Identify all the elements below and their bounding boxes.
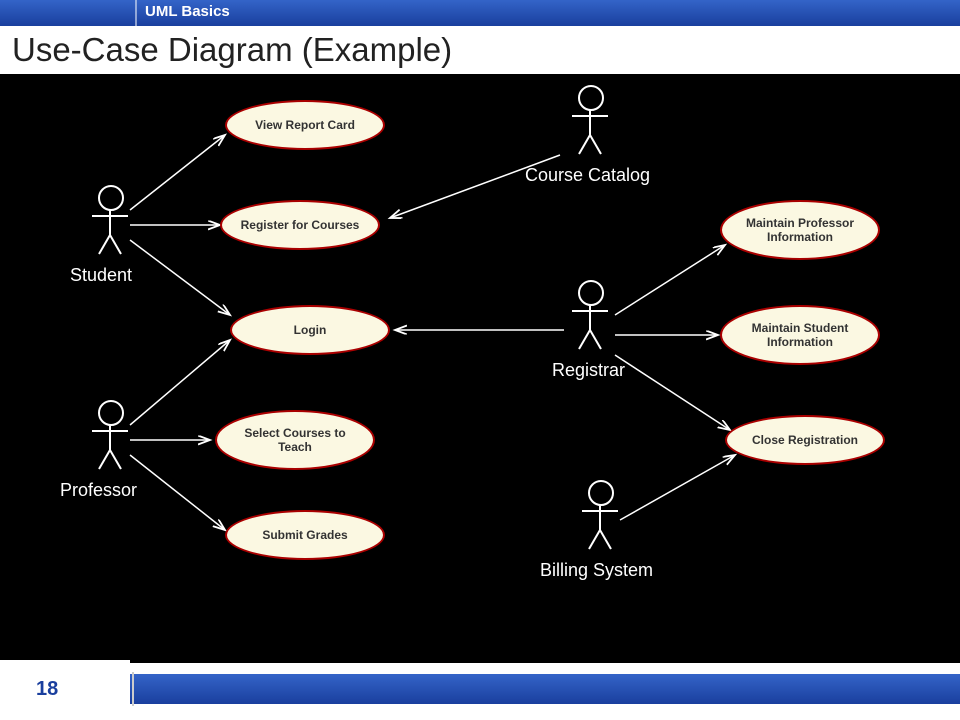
use-case-diagram: Student Professor Course Catalog Registr… — [0, 80, 960, 660]
usecase-select-courses-to-teach: Select Courses to Teach — [215, 410, 375, 470]
usecase-register-for-courses: Register for Courses — [220, 200, 380, 250]
actor-professor — [90, 400, 130, 480]
usecase-submit-grades: Submit Grades — [225, 510, 385, 560]
page-number: 18 — [36, 678, 58, 701]
actor-student — [90, 185, 130, 265]
section-label: UML Basics — [145, 3, 230, 20]
header-bar: UML Basics — [0, 0, 960, 26]
footer-topline — [0, 660, 960, 663]
title-area: Use-Case Diagram (Example) — [0, 26, 960, 74]
footer-blue-strip — [0, 674, 960, 704]
header-divider — [135, 0, 137, 26]
actor-billing-system-label: Billing System — [540, 560, 653, 581]
usecase-close-registration: Close Registration — [725, 415, 885, 465]
usecase-maintain-professor-info: Maintain Professor Information — [720, 200, 880, 260]
actor-course-catalog — [570, 85, 610, 165]
usecase-login: Login — [230, 305, 390, 355]
footer: 18 — [0, 660, 960, 720]
footer-left-box — [0, 660, 130, 718]
association-arrows — [0, 80, 960, 660]
actor-registrar — [570, 280, 610, 360]
actor-course-catalog-label: Course Catalog — [525, 165, 650, 186]
usecase-maintain-student-info: Maintain Student Information — [720, 305, 880, 365]
usecase-view-report-card: View Report Card — [225, 100, 385, 150]
actor-registrar-label: Registrar — [552, 360, 625, 381]
footer-divider — [132, 672, 134, 706]
actor-billing-system — [580, 480, 620, 560]
actor-student-label: Student — [70, 265, 132, 286]
actor-professor-label: Professor — [60, 480, 137, 501]
page-title: Use-Case Diagram (Example) — [12, 31, 452, 69]
